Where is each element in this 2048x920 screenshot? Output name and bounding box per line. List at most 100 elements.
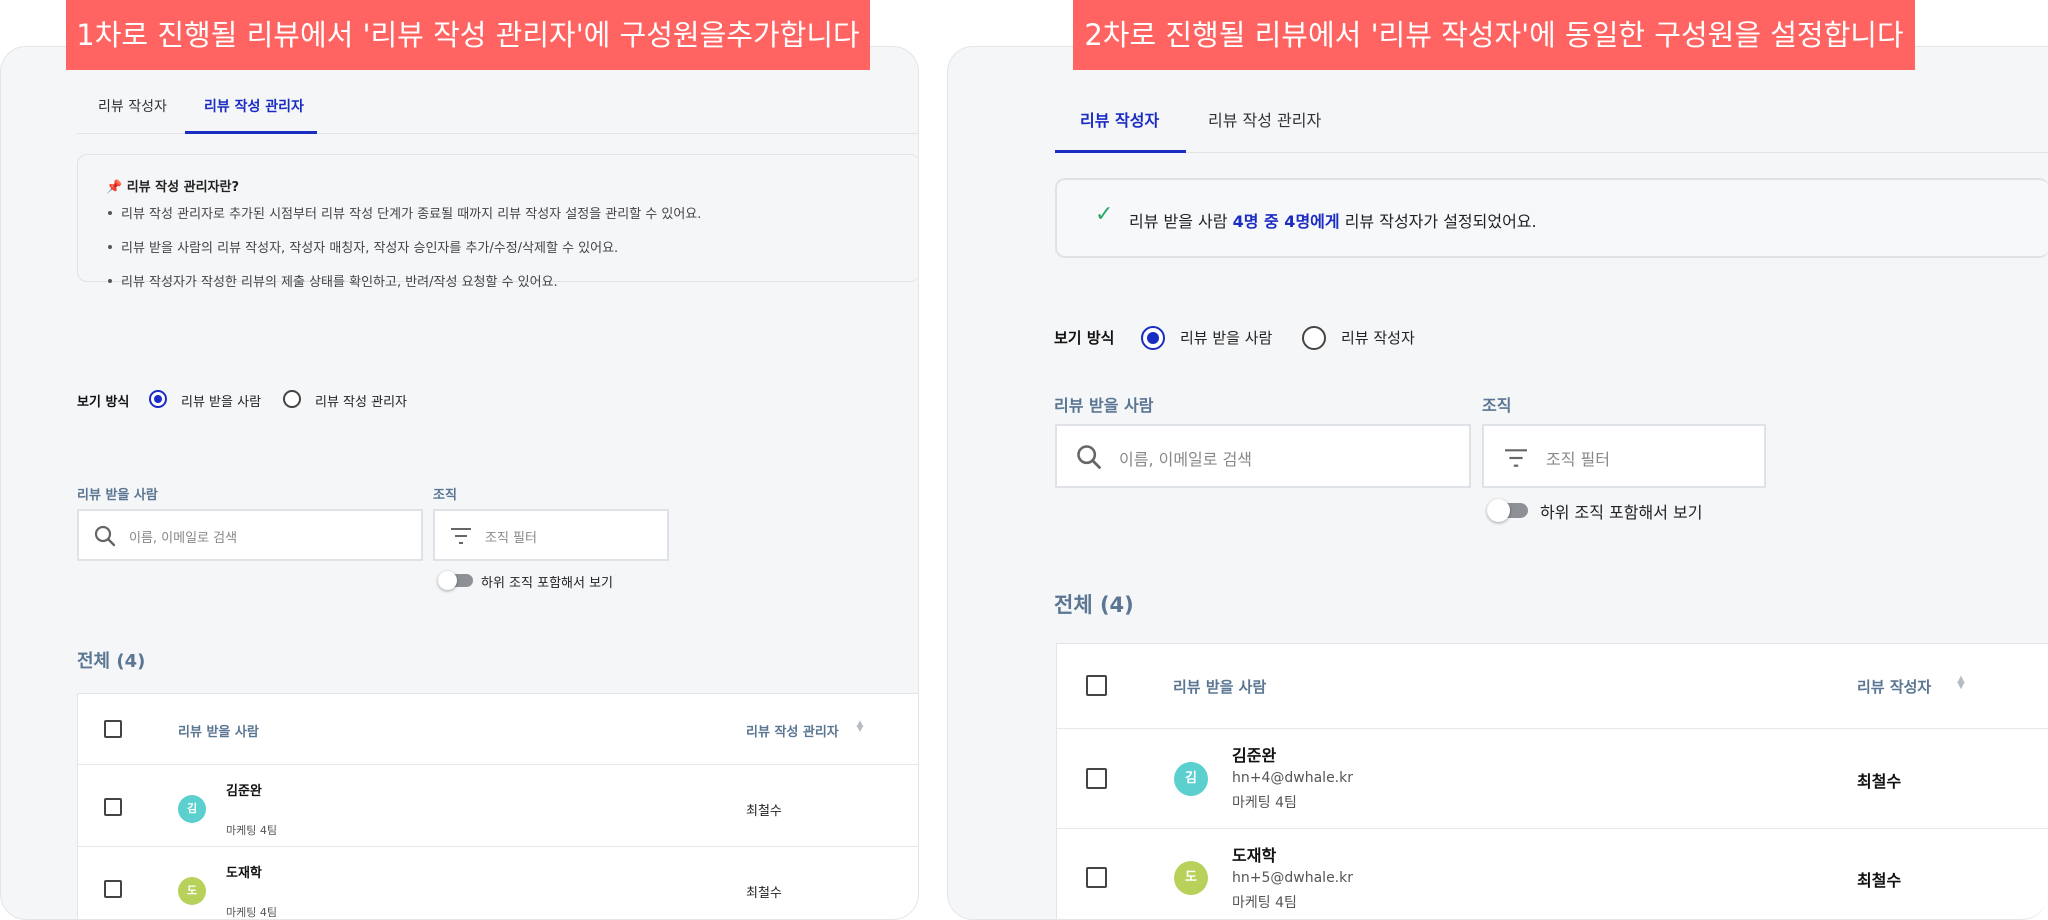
org-label: 조직 [1482,396,1512,415]
filter-icon [1505,449,1527,467]
search-icon [1077,445,1101,469]
include-suborg-label: 하위 조직 포함해서 보기 [481,576,613,591]
total-count: 전체 (4) [1054,593,1134,617]
avatar-initial: 도 [1185,870,1197,885]
reviewee-name: 도재학 [226,866,262,881]
total-count: 전체 (4) [77,651,146,672]
sort-icon[interactable]: ▲ ▼ [855,720,865,734]
org-label: 조직 [433,488,457,503]
right-panel: 리뷰 작성자 리뷰 작성 관리자 ✓ 리뷰 받을 사람 4명 중 4명에게 리뷰… [947,46,2048,920]
reviewee-team: 마케팅 4팀 [1232,895,1297,911]
radio-reviewee[interactable] [149,390,167,408]
search-input[interactable]: 이름, 이메일로 검색 [1055,424,1471,488]
row-checkbox[interactable] [1086,867,1107,888]
status-box: ✓ 리뷰 받을 사람 4명 중 4명에게 리뷰 작성자가 설정되었어요. [1055,178,2048,258]
th-review-manager[interactable]: 리뷰 작성 관리자 [746,721,839,740]
search-label: 리뷰 받을 사람 [1054,396,1154,415]
org-filter-placeholder: 조직 필터 [485,531,537,546]
reviewee-team: 마케팅 4팀 [226,824,277,837]
filter-icon [451,528,471,544]
avatar-initial: 도 [186,884,198,897]
th-reviewee: 리뷰 받을 사람 [178,725,259,740]
reviewee-email: hn+4@dwhale.kr [1232,770,1353,786]
search-placeholder: 이름, 이메일로 검색 [1119,450,1253,469]
reviewee-name: 김준완 [226,784,262,799]
radio-reviewee-label: 리뷰 받을 사람 [181,395,262,410]
select-all-checkbox[interactable] [1086,675,1107,696]
avatar-initial: 김 [186,802,198,815]
avatar: 김 [178,795,206,823]
review-manager-name: 최철수 [746,886,782,901]
search-input[interactable]: 이름, 이메일로 검색 [77,509,423,561]
bullet-icon [108,210,112,215]
bullet-icon [108,244,112,249]
annotation-banner-left: 1차로 진행될 리뷰에서 '리뷰 작성 관리자'에 구성원을추가합니다 [66,0,870,70]
search-placeholder: 이름, 이메일로 검색 [129,531,238,546]
search-icon [94,525,116,547]
screenshot-stage: 리뷰 작성자 리뷰 작성 관리자 📌 리뷰 작성 관리자란? 리뷰 작성 관리자… [0,0,2048,920]
include-suborg-label: 하위 조직 포함해서 보기 [1540,503,1703,522]
info-line-text: 리뷰 작성자가 작성한 리뷰의 제출 상태를 확인하고, 반려/작성 요청할 수… [121,275,558,290]
info-line-2: 리뷰 받을 사람의 리뷰 작성자, 작성자 매칭자, 작성자 승인자를 추가/수… [108,237,618,256]
left-panel: 리뷰 작성자 리뷰 작성 관리자 📌 리뷰 작성 관리자란? 리뷰 작성 관리자… [0,46,919,920]
row-divider [78,764,918,765]
avatar: 김 [1174,762,1208,796]
toggle-knob [1487,499,1510,522]
avatar-initial: 김 [1185,771,1197,786]
reviewer-name: 최철수 [1857,772,1902,791]
annotation-banner-right: 2차로 진행될 리뷰에서 '리뷰 작성자'에 동일한 구성원을 설정합니다 [1073,0,1915,70]
radio-reviewee[interactable] [1141,326,1165,350]
status-prefix: 리뷰 받을 사람 [1129,212,1228,231]
radio-review-manager-label: 리뷰 작성 관리자 [315,395,407,410]
tab-review-manager[interactable]: 리뷰 작성 관리자 [1208,107,1321,131]
reviewee-table: 리뷰 받을 사람 리뷰 작성자 ▲ ▼ 김 김준완 hn+4@dwhale.kr … [1056,643,2048,919]
row-checkbox[interactable] [1086,768,1107,789]
radio-reviewer[interactable] [1302,326,1326,350]
tab-review-manager[interactable]: 리뷰 작성 관리자 [204,96,304,116]
status-message: 리뷰 받을 사람 4명 중 4명에게 리뷰 작성자가 설정되었어요. [1129,208,1537,232]
reviewer-name: 최철수 [1857,871,1902,890]
reviewee-team: 마케팅 4팀 [226,906,277,919]
view-mode-label: 보기 방식 [1054,329,1115,347]
tabs-divider [1055,152,2048,153]
row-checkbox[interactable] [104,880,122,898]
tab-reviewer[interactable]: 리뷰 작성자 [1080,107,1159,131]
status-suffix: 리뷰 작성자가 설정되었어요. [1344,212,1537,231]
tab-reviewer[interactable]: 리뷰 작성자 [98,96,167,116]
search-label: 리뷰 받을 사람 [77,488,158,503]
th-reviewer[interactable]: 리뷰 작성자 [1857,676,1931,697]
info-box: 📌 리뷰 작성 관리자란? 리뷰 작성 관리자로 추가된 시점부터 리뷰 작성 … [77,154,918,290]
reviewee-team: 마케팅 4팀 [1232,795,1297,811]
row-divider [1057,728,2048,729]
info-title: 📌 리뷰 작성 관리자란? [106,176,239,195]
radio-reviewer-label: 리뷰 작성자 [1341,329,1415,347]
radio-review-manager[interactable] [283,390,301,408]
org-filter-placeholder: 조직 필터 [1546,450,1610,469]
reviewee-name: 도재학 [1232,846,1277,865]
toggle-knob [438,571,457,590]
pushpin-icon: 📌 [106,180,123,195]
info-line-text: 리뷰 작성 관리자로 추가된 시점부터 리뷰 작성 단계가 종료될 때까지 리뷰… [121,207,702,222]
th-reviewee: 리뷰 받을 사람 [1173,678,1267,696]
reviewee-table: 리뷰 받을 사람 리뷰 작성 관리자 ▲ ▼ 김 김준완 마케팅 4팀 최철수 도… [77,693,918,919]
row-checkbox[interactable] [104,798,122,816]
active-tab-indicator [185,131,317,134]
reviewee-email: hn+5@dwhale.kr [1232,870,1353,886]
row-divider [1057,828,2048,829]
info-line-1: 리뷰 작성 관리자로 추가된 시점부터 리뷰 작성 단계가 종료될 때까지 리뷰… [108,203,701,222]
include-suborg-toggle[interactable] [1487,499,1528,522]
bullet-icon [108,278,112,283]
sort-icon[interactable]: ▲ ▼ [1955,675,1967,691]
active-tab-indicator [1055,150,1186,153]
check-icon: ✓ [1095,202,1114,227]
org-filter-input[interactable]: 조직 필터 [433,509,669,561]
status-highlight: 4명 중 4명에게 [1232,212,1340,231]
avatar: 도 [1174,861,1208,895]
info-title-text: 리뷰 작성 관리자란? [126,180,239,195]
info-line-text: 리뷰 받을 사람의 리뷰 작성자, 작성자 매칭자, 작성자 승인자를 추가/수… [121,241,619,256]
select-all-checkbox[interactable] [104,720,122,738]
review-manager-name: 최철수 [746,804,782,819]
include-suborg-toggle[interactable] [438,571,473,590]
avatar: 도 [178,877,206,905]
org-filter-input[interactable]: 조직 필터 [1482,424,1766,488]
